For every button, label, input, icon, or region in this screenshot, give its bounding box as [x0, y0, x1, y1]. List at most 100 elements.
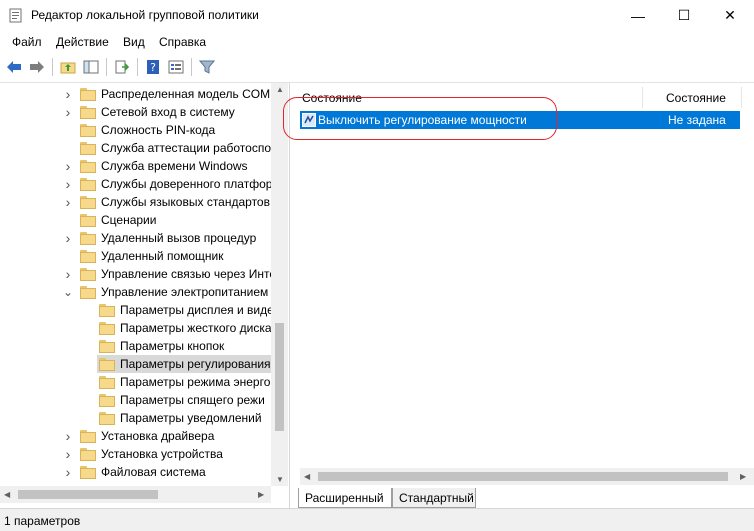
up-folder-button[interactable] — [58, 57, 78, 77]
tree-item[interactable]: Сценарии — [78, 211, 156, 229]
tree-vertical-scrollbar[interactable]: ▲ ▼ — [271, 83, 288, 486]
chevron-right-icon[interactable]: › — [63, 103, 73, 121]
folder-icon — [80, 159, 96, 173]
chevron-down-icon[interactable]: ⌄ — [63, 283, 73, 301]
tree-item[interactable]: Служба аттестации работоспо — [78, 139, 271, 157]
tree-item-label: Сложность PIN-кода — [101, 123, 216, 137]
policy-setting-state: Не задана — [668, 113, 726, 127]
chevron-right-icon[interactable]: › — [63, 427, 73, 445]
toolbar-separator — [137, 58, 138, 76]
menu-action[interactable]: Действие — [56, 35, 109, 49]
tree-item-label: Управление электропитанием — [101, 285, 269, 299]
tree-item[interactable]: Параметры режима энерго — [97, 373, 270, 391]
tree-item[interactable]: Распределенная модель COM — [78, 85, 270, 103]
menu-help[interactable]: Справка — [159, 35, 206, 49]
tree-item-label: Установка драйвера — [101, 429, 215, 443]
details-horizontal-scroll-thumb[interactable] — [318, 472, 728, 481]
tree-item-label: Службы доверенного платфор — [101, 177, 273, 191]
tree-item-label: Параметры кнопок — [120, 339, 225, 353]
tree-vertical-scroll-thumb[interactable] — [275, 323, 284, 431]
maximize-button[interactable]: ☐ — [661, 0, 707, 31]
menu-file[interactable]: Файл — [12, 35, 42, 49]
column-header-state[interactable]: Состояние — [656, 87, 742, 108]
properties-button[interactable] — [166, 57, 186, 77]
folder-icon — [80, 123, 96, 137]
chevron-right-icon[interactable]: › — [63, 157, 73, 175]
scroll-right-icon[interactable]: ▶ — [258, 490, 264, 499]
scroll-left-icon[interactable]: ◀ — [304, 472, 310, 481]
tree-item[interactable]: Службы доверенного платфор — [78, 175, 272, 193]
folder-icon — [80, 195, 96, 209]
menu-view[interactable]: Вид — [123, 35, 145, 49]
column-header-setting[interactable]: Состояние — [300, 87, 643, 108]
tree-item[interactable]: Параметры регулирования — [97, 355, 275, 373]
tree-horizontal-scroll-thumb[interactable] — [18, 490, 158, 499]
tree-item[interactable]: Сложность PIN-кода — [78, 121, 215, 139]
tree-item[interactable]: Управление связью через Инте — [78, 265, 276, 283]
folder-icon — [80, 267, 96, 281]
tree-item[interactable]: Установка драйвера — [78, 427, 214, 445]
tree-item[interactable]: Файловая система — [78, 463, 206, 481]
tree-item[interactable]: Параметры спящего режи — [97, 391, 265, 409]
tree-item[interactable]: Установка устройства — [78, 445, 223, 463]
status-bar: 1 параметров — [0, 508, 754, 531]
tree-item[interactable]: Управление электропитанием — [78, 283, 268, 301]
tree-item[interactable]: Параметры дисплея и виде — [97, 301, 274, 319]
forward-button[interactable] — [27, 57, 47, 77]
tree-item-label: Файловая система — [101, 465, 206, 479]
folder-icon — [80, 141, 96, 155]
close-button[interactable]: ✕ — [707, 0, 753, 31]
policy-setting-icon — [302, 113, 316, 127]
back-button[interactable] — [4, 57, 24, 77]
tree-horizontal-scrollbar[interactable]: ◀ ▶ — [0, 486, 271, 503]
chevron-right-icon[interactable]: › — [63, 175, 73, 193]
tree-item-label: Параметры жесткого диска — [120, 321, 272, 335]
scroll-left-icon[interactable]: ◀ — [4, 490, 10, 499]
folder-icon — [99, 339, 115, 353]
chevron-right-icon[interactable]: › — [63, 463, 73, 481]
chevron-right-icon[interactable]: › — [63, 265, 73, 283]
tree-item-label: Распределенная модель COM — [101, 87, 271, 101]
folder-icon — [99, 375, 115, 389]
chevron-right-icon[interactable]: › — [63, 85, 73, 103]
filter-button[interactable] — [197, 57, 217, 77]
details-horizontal-scrollbar[interactable]: ◀ ▶ — [300, 468, 754, 485]
tree-item[interactable]: Служба времени Windows — [78, 157, 248, 175]
chevron-right-icon[interactable]: › — [63, 445, 73, 463]
folder-icon — [80, 447, 96, 461]
tab-extended[interactable]: Расширенный — [298, 488, 392, 508]
tree-item[interactable]: Параметры кнопок — [97, 337, 224, 355]
list-item[interactable]: Выключить регулирование мощности Не зада… — [300, 111, 740, 129]
folder-icon — [99, 357, 115, 371]
tab-standard[interactable]: Стандартный — [392, 488, 476, 508]
folder-icon — [80, 285, 96, 299]
chevron-right-icon[interactable]: › — [63, 229, 73, 247]
help-icon: ? — [147, 60, 159, 74]
folder-icon — [80, 213, 96, 227]
minimize-button[interactable]: — — [615, 0, 661, 31]
tree-item-label: Параметры регулирования — [120, 357, 271, 371]
tree-item[interactable]: Сетевой вход в систему — [78, 103, 235, 121]
tree-item-label: Установка устройства — [101, 447, 223, 461]
minimize-icon: — — [631, 7, 645, 24]
scroll-right-icon[interactable]: ▶ — [740, 472, 746, 481]
tree-item[interactable]: Службы языковых стандартов — [78, 193, 270, 211]
folder-icon — [80, 105, 96, 119]
help-button[interactable]: ? — [143, 57, 163, 77]
scroll-up-icon[interactable]: ▲ — [276, 85, 284, 94]
export-list-button[interactable] — [112, 57, 132, 77]
tree-item[interactable]: Параметры жесткого диска — [97, 319, 272, 337]
tree-item[interactable]: Удаленный вызов процедур — [78, 229, 256, 247]
column-header-label: Состояние — [666, 90, 726, 105]
tree-item-label: Служба времени Windows — [101, 159, 248, 173]
scroll-down-icon[interactable]: ▼ — [276, 475, 284, 484]
show-tree-button[interactable] — [81, 57, 101, 77]
folder-icon — [99, 411, 115, 425]
toolbar-separator — [106, 58, 107, 76]
console-tree-icon — [83, 60, 99, 74]
tree-item[interactable]: Удаленный помощник — [78, 247, 224, 265]
console-tree: › Распределенная модель COM › Сетевой вход … — [0, 83, 290, 508]
chevron-right-icon[interactable]: › — [63, 193, 73, 211]
toolbar-separator — [52, 58, 53, 76]
tree-item[interactable]: Параметры уведомлений — [97, 409, 262, 427]
